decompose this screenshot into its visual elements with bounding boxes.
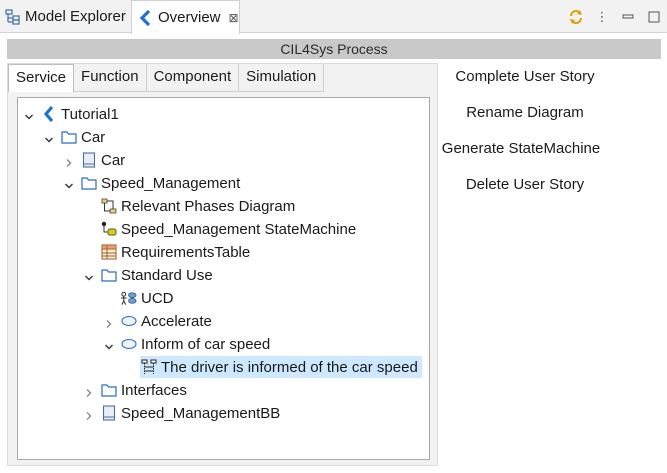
- chevron-right-icon[interactable]: [64, 155, 74, 167]
- tree-item[interactable]: Car: [80, 149, 125, 171]
- close-icon[interactable]: ⊠: [229, 11, 239, 25]
- folder-icon: [100, 267, 117, 284]
- table-icon: [100, 244, 117, 261]
- sequence-diagram-icon: [140, 359, 157, 376]
- capella-icon: [137, 9, 155, 27]
- tree-item-label: RequirementsTable: [121, 243, 251, 261]
- tab-function[interactable]: Function: [74, 64, 147, 92]
- tree-item[interactable]: Speed_ManagementBB: [100, 402, 280, 424]
- process-title: CIL4Sys Process: [7, 39, 661, 59]
- tree-item[interactable]: UCD: [120, 287, 174, 309]
- tree-item-label: UCD: [141, 289, 174, 307]
- chevron-right-icon[interactable]: [104, 316, 114, 328]
- folder-icon: [100, 382, 117, 399]
- tree-item-label: Tutorial1: [61, 105, 119, 123]
- tree-item-label: Car: [101, 151, 126, 169]
- capella-icon: [40, 106, 57, 123]
- model-explorer-icon: [4, 8, 22, 26]
- tree-item[interactable]: Interfaces: [100, 379, 187, 401]
- usecase-icon: [120, 313, 137, 330]
- tree-item[interactable]: Speed_Management: [80, 172, 240, 194]
- usecase-icon: [120, 336, 137, 353]
- service-panel: Service Function Component Simulation Tu…: [7, 63, 438, 466]
- complete-user-story-button[interactable]: Complete User Story: [440, 68, 610, 85]
- tree-item-label: The driver is informed of the car speed: [161, 358, 418, 376]
- chevron-down-icon[interactable]: [64, 178, 74, 189]
- view-menu-icon[interactable]: ⋮: [589, 4, 615, 30]
- tree-item-label: Speed_Management StateMachine: [121, 220, 357, 238]
- tree-item[interactable]: The driver is informed of the car speed: [140, 356, 422, 378]
- sync-icon[interactable]: [563, 4, 589, 30]
- minimize-icon[interactable]: [615, 4, 641, 30]
- tree-item[interactable]: Accelerate: [120, 310, 212, 332]
- tree-item-label: Car: [81, 128, 106, 146]
- model-tree[interactable]: Tutorial1 Car Car Speed_Management Relevant …: [17, 97, 430, 460]
- phases-diagram-icon: [100, 198, 117, 215]
- tab-overview[interactable]: Overview ⊠: [131, 0, 240, 34]
- tree-item-label: Relevant Phases Diagram: [121, 197, 296, 215]
- generate-statemachine-button[interactable]: Generate StateMachine: [436, 140, 606, 157]
- chevron-down-icon[interactable]: [24, 109, 34, 120]
- process-subtabs: Service Function Component Simulation: [8, 64, 325, 92]
- block-icon: [100, 405, 117, 422]
- chevron-down-icon[interactable]: [44, 132, 54, 143]
- view-tab-bar: Model Explorer Overview ⊠ ⋮: [0, 0, 667, 34]
- tree-item[interactable]: Car: [60, 126, 105, 148]
- tree-item[interactable]: Relevant Phases Diagram: [100, 195, 295, 217]
- statemachine-icon: [100, 221, 117, 238]
- folder-icon: [60, 129, 77, 146]
- tree-item-label: Speed_Management: [101, 174, 241, 192]
- tab-model-explorer[interactable]: Model Explorer: [0, 0, 130, 33]
- tree-item[interactable]: Inform of car speed: [120, 333, 270, 355]
- maximize-icon[interactable]: [641, 4, 667, 30]
- delete-user-story-button[interactable]: Delete User Story: [440, 176, 610, 193]
- tab-service[interactable]: Service: [8, 64, 75, 92]
- chevron-down-icon[interactable]: [84, 270, 94, 281]
- tab-simulation[interactable]: Simulation: [239, 64, 325, 92]
- chevron-right-icon[interactable]: [84, 385, 94, 397]
- tree-item[interactable]: Speed_Management StateMachine: [100, 218, 356, 240]
- folder-icon: [80, 175, 97, 192]
- rename-diagram-button[interactable]: Rename Diagram: [440, 104, 610, 121]
- tab-component[interactable]: Component: [146, 64, 240, 92]
- tree-item-label: Inform of car speed: [141, 335, 271, 353]
- tree-item[interactable]: Standard Use: [100, 264, 213, 286]
- block-icon: [80, 152, 97, 169]
- tab-model-explorer-label: Model Explorer: [25, 8, 126, 25]
- tree-item-label: Accelerate: [141, 312, 212, 330]
- ucd-icon: [120, 290, 137, 307]
- chevron-right-icon[interactable]: [84, 408, 94, 420]
- tree-item-label: Interfaces: [121, 381, 187, 399]
- tab-overview-label: Overview: [158, 9, 221, 26]
- tree-item-label: Speed_ManagementBB: [121, 404, 281, 422]
- tree-item-label: Standard Use: [121, 266, 213, 284]
- tree-item[interactable]: Tutorial1: [40, 103, 119, 125]
- tree-item[interactable]: RequirementsTable: [100, 241, 250, 263]
- chevron-down-icon[interactable]: [104, 339, 114, 350]
